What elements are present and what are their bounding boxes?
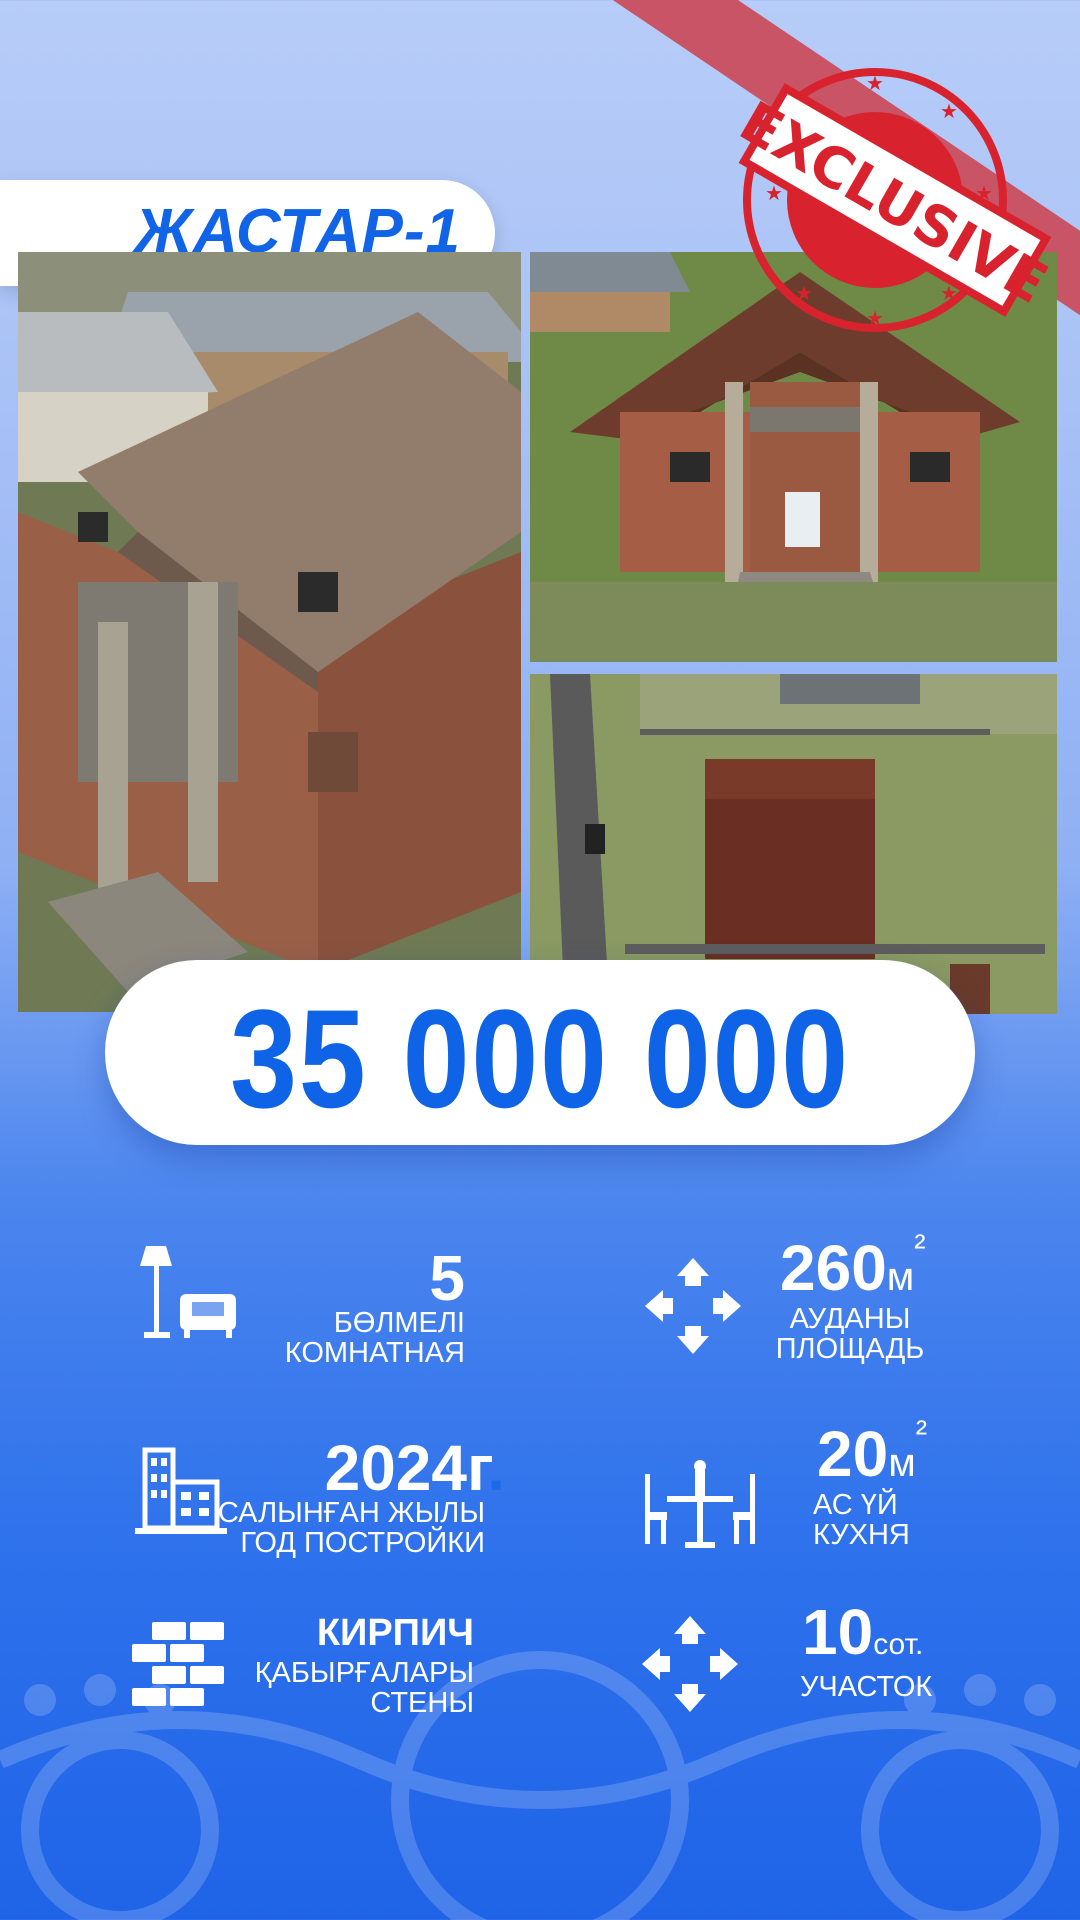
walls-label-ru: СТЕНЫ: [370, 1687, 474, 1719]
area-label-kz: АУДАНЫ: [789, 1303, 911, 1335]
dining-table-icon: [645, 1460, 755, 1548]
price-value: 35 000 000: [230, 980, 850, 1137]
svg-text:★: ★: [795, 283, 813, 305]
price-plate: 35 000 000: [105, 960, 975, 1145]
feature-kitchen: 20м² АС ҮЙ КУХНЯ: [645, 1414, 985, 1562]
feature-rooms: 5 БӨЛМЕЛІ КОМНАТНАЯ: [140, 1240, 480, 1380]
buildings-icon: [135, 1447, 227, 1534]
svg-text:★: ★: [866, 308, 884, 330]
kitchen-unit-sup: ²: [915, 1414, 928, 1452]
plot-value: 10: [802, 1596, 874, 1668]
expand-arrows-icon: [645, 1258, 741, 1354]
area-unit: м: [886, 1255, 915, 1299]
year-value: 2024г: [324, 1432, 488, 1504]
rooms-label-kz: БӨЛМЕЛІ: [333, 1307, 465, 1339]
house-photo-angle: [18, 252, 521, 1012]
svg-text:★: ★: [940, 101, 958, 123]
area-label-ru: ПЛОЩАДЬ: [775, 1333, 925, 1365]
feature-plot: 10сот. УЧАСТОК: [640, 1600, 980, 1730]
plot-label-ru: УЧАСТОК: [800, 1671, 933, 1703]
feature-walls: КИРПИЧ ҚАБЫРҒАЛАРЫ СТЕНЫ: [130, 1608, 480, 1738]
kitchen-value: 20: [817, 1418, 889, 1490]
area-unit-sup: ²: [914, 1228, 926, 1266]
kitchen-unit: м: [888, 1441, 916, 1485]
expand-arrows-icon: [642, 1616, 738, 1712]
area-value: 260: [780, 1232, 887, 1304]
feature-year: 2024г. САЛЫНҒАН ЖЫЛЫ ГОД ПОСТРОЙКИ: [135, 1430, 505, 1570]
bricks-icon: [132, 1622, 224, 1706]
svg-text:★: ★: [866, 73, 884, 95]
year-label-ru: ГОД ПОСТРОЙКИ: [240, 1527, 485, 1559]
kitchen-label-kz: АС ҮЙ: [813, 1489, 898, 1521]
year-label-kz: САЛЫНҒАН ЖЫЛЫ: [217, 1497, 485, 1529]
exclusive-stamp: ★ ★ ★ ★ ★ ★ ★ ★ EXCLUSIVE: [735, 68, 1055, 332]
walls-value: КИРПИЧ: [316, 1612, 474, 1654]
rooms-value: 5: [429, 1242, 465, 1314]
kitchen-label-ru: КУХНЯ: [813, 1519, 910, 1551]
plot-unit: сот.: [873, 1628, 924, 1661]
feature-area: 260м² АУДАНЫ ПЛОЩАДЬ: [640, 1228, 980, 1376]
rooms-label-ru: КОМНАТНАЯ: [284, 1337, 465, 1369]
lamp-sofa-icon: [140, 1246, 236, 1338]
year-dot: .: [487, 1432, 505, 1504]
walls-label-kz: ҚАБЫРҒАЛАРЫ: [254, 1657, 474, 1689]
